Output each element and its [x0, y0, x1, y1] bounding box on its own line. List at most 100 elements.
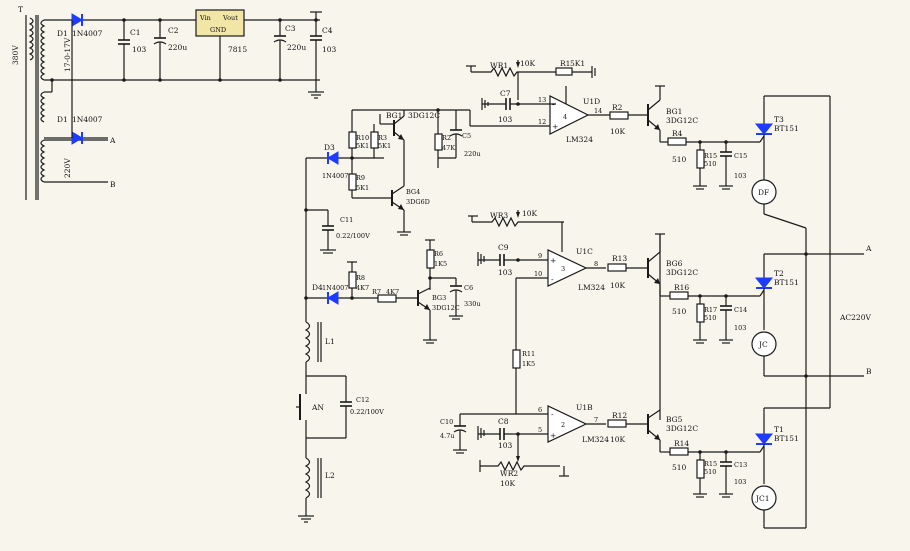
label-BG4-part: 3DG6D — [406, 198, 430, 206]
label-R2-47k-value: 47K — [442, 144, 455, 152]
load-JC1 — [751, 485, 806, 529]
label-R4: R4 — [672, 129, 683, 138]
label-U1C-unit: 3 — [561, 265, 565, 273]
label-R2: R2 — [612, 103, 623, 112]
label-C13-value: 103 — [734, 478, 746, 486]
inductor-L1 — [304, 298, 322, 376]
label-U1C-pin9: 9 — [538, 252, 542, 260]
label-AC220V: AC220V — [839, 313, 871, 322]
label-BG6-part: 3DG12C — [666, 268, 698, 277]
resistor-R11 — [512, 278, 548, 415]
label-L2: L2 — [325, 471, 335, 480]
label-C7-value: 103 — [498, 115, 513, 124]
resistor-R16 — [669, 291, 760, 300]
label-C6-value: 330u — [464, 300, 481, 308]
label-R15-bottom-value: 510 — [704, 468, 716, 476]
label-C3-value: 220u — [287, 43, 306, 52]
label-R16-value: 510 — [672, 307, 687, 316]
label-U1B: U1B — [576, 403, 593, 412]
label-C14-value: 103 — [734, 324, 746, 332]
label-JC: JC — [758, 340, 768, 349]
label-T1: T1 — [774, 425, 784, 434]
inductor-L2 — [298, 438, 322, 523]
label-U1B-pin7: 7 — [594, 416, 598, 424]
capacitor-C13 — [719, 452, 733, 498]
label-BG5-part: 3DG12C — [666, 424, 698, 433]
label-R15-top-value: 510 — [704, 160, 716, 168]
label-D3-part: 1N4007 — [322, 172, 348, 180]
label-WR2: WR2 — [500, 469, 518, 478]
label-A-out: A — [865, 244, 872, 253]
label-C8: C8 — [498, 417, 509, 426]
label-R9: R9 — [356, 174, 365, 182]
capacitor-C11 — [304, 208, 336, 254]
capacitor-C15 — [719, 142, 733, 190]
label-C12: C12 — [356, 396, 369, 404]
label-C3: C3 — [285, 24, 296, 33]
label-C4: C4 — [322, 26, 333, 35]
resistor-R14 — [669, 447, 760, 456]
label-WR3-value: 10K — [522, 209, 538, 218]
label-BG1-out: BG1 — [666, 107, 682, 116]
label-C9: C9 — [498, 243, 509, 252]
label-R6: R6 — [434, 250, 443, 258]
diode-D2 — [71, 20, 108, 145]
label-C1-value: 103 — [132, 45, 147, 54]
potentiometer-WR1 — [466, 60, 563, 100]
label-R14: R14 — [674, 439, 689, 448]
label-L1: L1 — [325, 337, 335, 346]
label-reg-part: 7815 — [228, 45, 247, 54]
capacitor-C1 — [118, 18, 130, 82]
label-C12-value: 0.22/100V — [350, 408, 384, 416]
label-R13: R13 — [612, 254, 627, 263]
label-WR1-value: 10K — [520, 59, 536, 68]
opamp-U1B-plus: + — [550, 431, 556, 440]
capacitor-C12 — [340, 376, 352, 438]
label-U1B-chip: LM324 — [582, 435, 609, 444]
label-U1D-pin13: 13 — [538, 96, 546, 104]
label-C8-value: 103 — [498, 441, 513, 450]
schematic-canvas: T 380V 17-0-17V 220V D1 1N4007 D1 1N4007… — [0, 0, 910, 551]
label-D3: D3 — [324, 143, 335, 152]
label-U1D-unit: 4 — [563, 113, 567, 121]
diode-D1 — [71, 13, 200, 27]
label-C2: C2 — [168, 26, 179, 35]
label-R4-value: 510 — [672, 155, 687, 164]
triac-T3 — [754, 95, 830, 180]
opamp-U1C-plus: + — [550, 256, 556, 265]
label-U1D-pin14: 14 — [594, 107, 602, 115]
label-C2-value: 220u — [168, 43, 187, 52]
label-C5: C5 — [462, 132, 471, 140]
label-T3: T3 — [774, 115, 784, 124]
label-BG5: BG5 — [666, 415, 683, 424]
resistor-R9 — [348, 168, 392, 199]
label-C4-value: 103 — [322, 45, 337, 54]
potentiometer-WR2 — [479, 434, 569, 477]
label-R6-value: 1K5 — [434, 260, 447, 268]
label-BG3: BG3 — [432, 294, 446, 302]
label-C7: C7 — [500, 89, 511, 98]
label-BG1-out-part: 3DG12C — [666, 116, 698, 125]
label-R3-value: 5K1 — [378, 142, 391, 150]
label-R13-value: 10K — [610, 281, 626, 290]
label-R11: R11 — [522, 350, 535, 358]
resistor-R7 — [377, 294, 418, 303]
label-D1-part: 1N4007 — [72, 29, 103, 38]
label-R17: R17 — [704, 306, 717, 314]
label-R3: R3 — [378, 134, 387, 142]
label-R16: R16 — [674, 283, 689, 292]
resistor-R4 — [667, 137, 760, 146]
label-380v: 380V — [11, 45, 20, 65]
label-C14: C14 — [734, 306, 747, 314]
label-AN: AN — [311, 403, 324, 412]
opamp-U1D-plus: + — [552, 122, 558, 131]
label-R8: R8 — [356, 274, 365, 282]
diode-D4 — [304, 291, 378, 305]
label-T3-part: BT151 — [774, 124, 799, 133]
label-U1C-chip: LM324 — [578, 283, 605, 292]
label-DF: DF — [758, 188, 769, 197]
label-C15-value: 103 — [734, 172, 746, 180]
label-U1D-pin12: 12 — [538, 118, 546, 126]
label-C10: C10 — [440, 418, 453, 426]
label-C10-value: 4.7u — [440, 432, 455, 440]
